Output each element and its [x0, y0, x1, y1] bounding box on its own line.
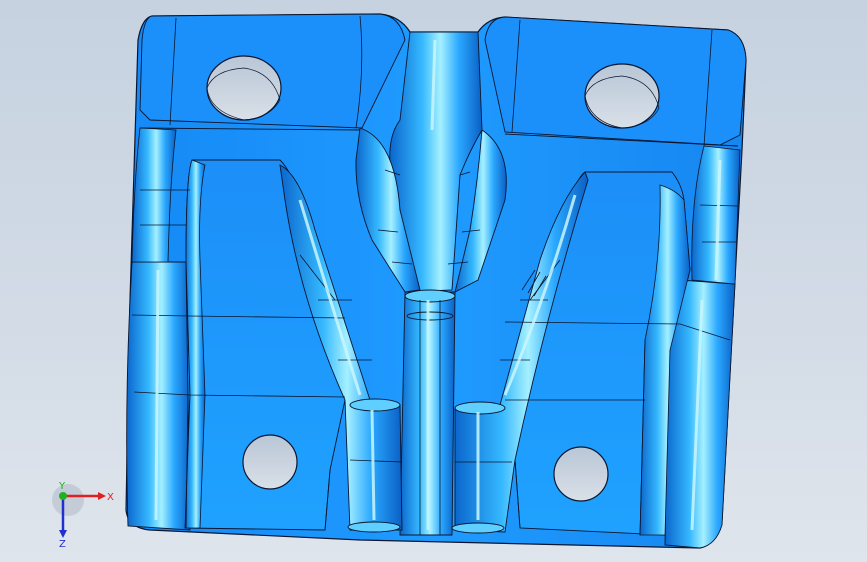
coordinate-triad: X Y Z: [52, 481, 114, 548]
bottom-cap-right: [451, 522, 505, 534]
3d-viewport[interactable]: X Y Z: [0, 0, 867, 562]
mounting-hole-bottom-left: [242, 434, 298, 490]
triad-shadow: [52, 484, 84, 516]
z-axis-label: Z: [59, 539, 66, 548]
mounting-hole-top-left: [206, 55, 282, 121]
y-axis-dot: [59, 492, 67, 500]
x-axis-label: X: [107, 492, 114, 503]
right-gate-opening: [454, 401, 506, 415]
mold-plate-model[interactable]: [0, 0, 867, 562]
y-axis-label: Y: [58, 481, 66, 492]
x-axis-arrow-icon: [98, 492, 106, 500]
center-runner-gate: [404, 289, 456, 303]
z-axis-arrow-icon: [59, 530, 67, 538]
mounting-hole-top-right: [584, 63, 660, 129]
bottom-cap-left: [347, 521, 401, 533]
mounting-hole-bottom-right: [553, 446, 609, 502]
left-gate-opening: [349, 398, 401, 412]
